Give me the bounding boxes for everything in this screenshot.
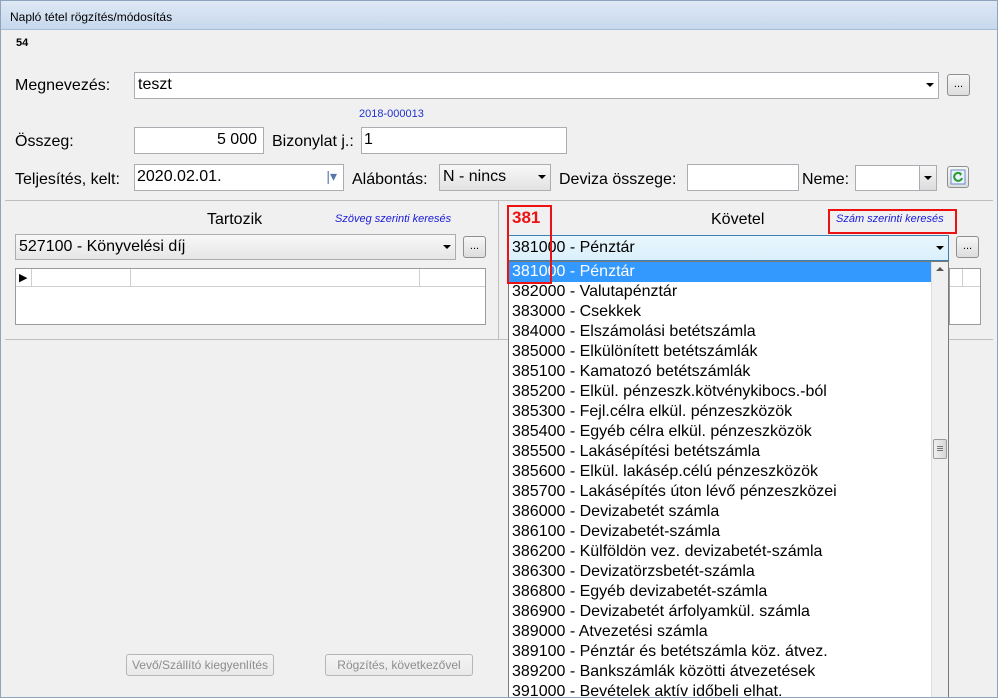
scroll-up-arrow-icon[interactable] xyxy=(936,267,944,271)
search-annotation-text: 381 xyxy=(512,208,541,227)
grip-icon xyxy=(937,446,943,447)
dropdown-item[interactable]: 384000 - Elszámolási betétszámla xyxy=(509,322,948,342)
bizonylat-field[interactable]: 1 xyxy=(361,127,567,154)
dropdown-item[interactable]: 385600 - Elkül. lakásép.célú pénzeszközö… xyxy=(509,462,948,482)
chevron-down-icon xyxy=(924,176,932,180)
grid-col-divider xyxy=(419,269,420,287)
osszeg-label: Összeg: xyxy=(15,133,74,150)
megnevezes-label: Megnevezés: xyxy=(15,77,111,94)
neme-combo[interactable] xyxy=(855,165,937,191)
deviza-label: Deviza összege: xyxy=(559,171,677,188)
megnevezes-combo[interactable]: teszt xyxy=(134,72,939,99)
dropdown-item[interactable]: 383000 - Csekkek xyxy=(509,302,948,322)
neme-label: Neme: xyxy=(802,171,850,188)
kovetel-title: Követel xyxy=(711,211,765,228)
tartozik-search-link[interactable]: Szöveg szerinti keresés xyxy=(335,213,451,225)
neme-dropdown-button[interactable] xyxy=(919,166,936,190)
teljesites-value: 2020.02.01. xyxy=(137,168,222,185)
tartozik-account-value: 527100 - Könyvelési díj xyxy=(19,238,186,255)
kovetel-dropdown-list[interactable]: 381000 - Pénztár 382000 - Valutapénztár 38… xyxy=(508,261,949,698)
dropdown-item[interactable]: 381000 - Pénztár xyxy=(509,262,948,282)
dropdown-items: 381000 - Pénztár 382000 - Valutapénztár 38… xyxy=(509,262,948,697)
dropdown-item[interactable]: 385300 - Fejl.célra elkül. pénzeszközök xyxy=(509,402,948,422)
dropdown-item[interactable]: 385200 - Elkül. pénzeszk.kötvénykibocs.-… xyxy=(509,382,948,402)
grid-col-divider xyxy=(962,269,963,287)
chevron-down-icon xyxy=(443,245,451,249)
scrollbar-thumb[interactable] xyxy=(933,439,947,459)
kovetel-grid[interactable] xyxy=(949,268,981,325)
calendar-dropdown-icon[interactable]: |▾ xyxy=(326,168,337,185)
dropdown-item[interactable]: 386100 - Devizabetét-számla xyxy=(509,522,948,542)
grid-col-divider xyxy=(130,269,131,287)
kovetel-search-link[interactable]: Szám szerinti keresés xyxy=(836,213,944,225)
teljesites-label: Teljesítés, kelt: xyxy=(15,171,120,188)
row-indicator-icon: ▶ xyxy=(19,272,28,284)
dropdown-item[interactable]: 386200 - Külföldön vez. devizabetét-szám… xyxy=(509,542,948,562)
chevron-down-icon xyxy=(538,175,546,179)
dropdown-item[interactable]: 386900 - Devizabetét árfolyamkül. számla xyxy=(509,602,948,622)
dropdown-scrollbar[interactable] xyxy=(931,262,948,697)
dropdown-item[interactable]: 385000 - Elkülönített betétszámlák xyxy=(509,342,948,362)
tartozik-grid[interactable]: ▶ xyxy=(15,268,486,325)
chevron-down-icon xyxy=(926,83,934,87)
dropdown-item[interactable]: 385400 - Egyéb célra elkül. pénzeszközök xyxy=(509,422,948,442)
megnevezes-ellipsis-button[interactable]: ... xyxy=(947,74,970,96)
tartozik-ellipsis-button[interactable]: ... xyxy=(463,236,486,258)
rogzites-kovetkezovel-button[interactable]: Rögzítés, következővel xyxy=(325,654,473,676)
dropdown-item[interactable]: 385500 - Lakásépítési betétszámla xyxy=(509,442,948,462)
tartozik-account-combo[interactable]: 527100 - Könyvelési díj xyxy=(15,234,456,260)
chevron-down-icon xyxy=(936,246,944,250)
dropdown-item[interactable]: 382000 - Valutapénztár xyxy=(509,282,948,302)
dropdown-item[interactable]: 385700 - Lakásépítés úton lévő pénzeszkö… xyxy=(509,482,948,502)
window-title: Napló tétel rögzítés/módosítás xyxy=(10,10,173,24)
teljesites-date-field[interactable]: 2020.02.01. |▾ xyxy=(134,164,344,191)
vevo-szallito-kiegyenlites-button[interactable]: Vevő/Szállító kiegyenlítés xyxy=(126,654,274,676)
dropdown-item[interactable]: 391000 - Bevételek aktív időbeli elhat. xyxy=(509,682,948,697)
kovetel-account-value: 381000 - Pénztár xyxy=(512,239,635,256)
refresh-button[interactable] xyxy=(947,166,969,188)
form-divider xyxy=(5,200,993,201)
grid-col-divider xyxy=(31,269,32,287)
grid-row[interactable] xyxy=(950,269,980,287)
panel-divider xyxy=(498,201,499,339)
megnevezes-value: teszt xyxy=(138,76,172,93)
record-id: 54 xyxy=(16,37,29,49)
alabontas-value: N - nincs xyxy=(443,168,507,185)
window-titlebar: Napló tétel rögzítés/módosítás xyxy=(0,0,998,30)
bizonylat-label: Bizonylat j.: xyxy=(272,133,354,150)
osszeg-field[interactable]: 5 000 xyxy=(134,127,264,154)
dropdown-item[interactable]: 386000 - Devizabetét számla xyxy=(509,502,948,522)
dropdown-item[interactable]: 386300 - Devizatörzsbetét-számla xyxy=(509,562,948,582)
dropdown-item[interactable]: 386800 - Egyéb devizabetét-számla xyxy=(509,582,948,602)
kovetel-ellipsis-button[interactable]: ... xyxy=(956,236,979,258)
alabontas-label: Alábontás: xyxy=(352,171,428,188)
kovetel-account-combo[interactable]: 381000 - Pénztár xyxy=(508,235,949,261)
dropdown-item[interactable]: 389000 - Atvezetési számla xyxy=(509,622,948,642)
bizonylat-code: 2018-000013 xyxy=(359,108,424,120)
tartozik-title: Tartozik xyxy=(207,211,263,228)
dropdown-item[interactable]: 389200 - Bankszámlák közötti átvezetések xyxy=(509,662,948,682)
deviza-field[interactable] xyxy=(687,164,799,191)
dropdown-item[interactable]: 385100 - Kamatozó betétszámlák xyxy=(509,362,948,382)
alabontas-combo[interactable]: N - nincs xyxy=(439,164,551,191)
dropdown-item[interactable]: 389100 - Pénztár és betétszámla köz. átv… xyxy=(509,642,948,662)
refresh-icon xyxy=(950,169,966,185)
grid-row[interactable] xyxy=(16,269,485,287)
